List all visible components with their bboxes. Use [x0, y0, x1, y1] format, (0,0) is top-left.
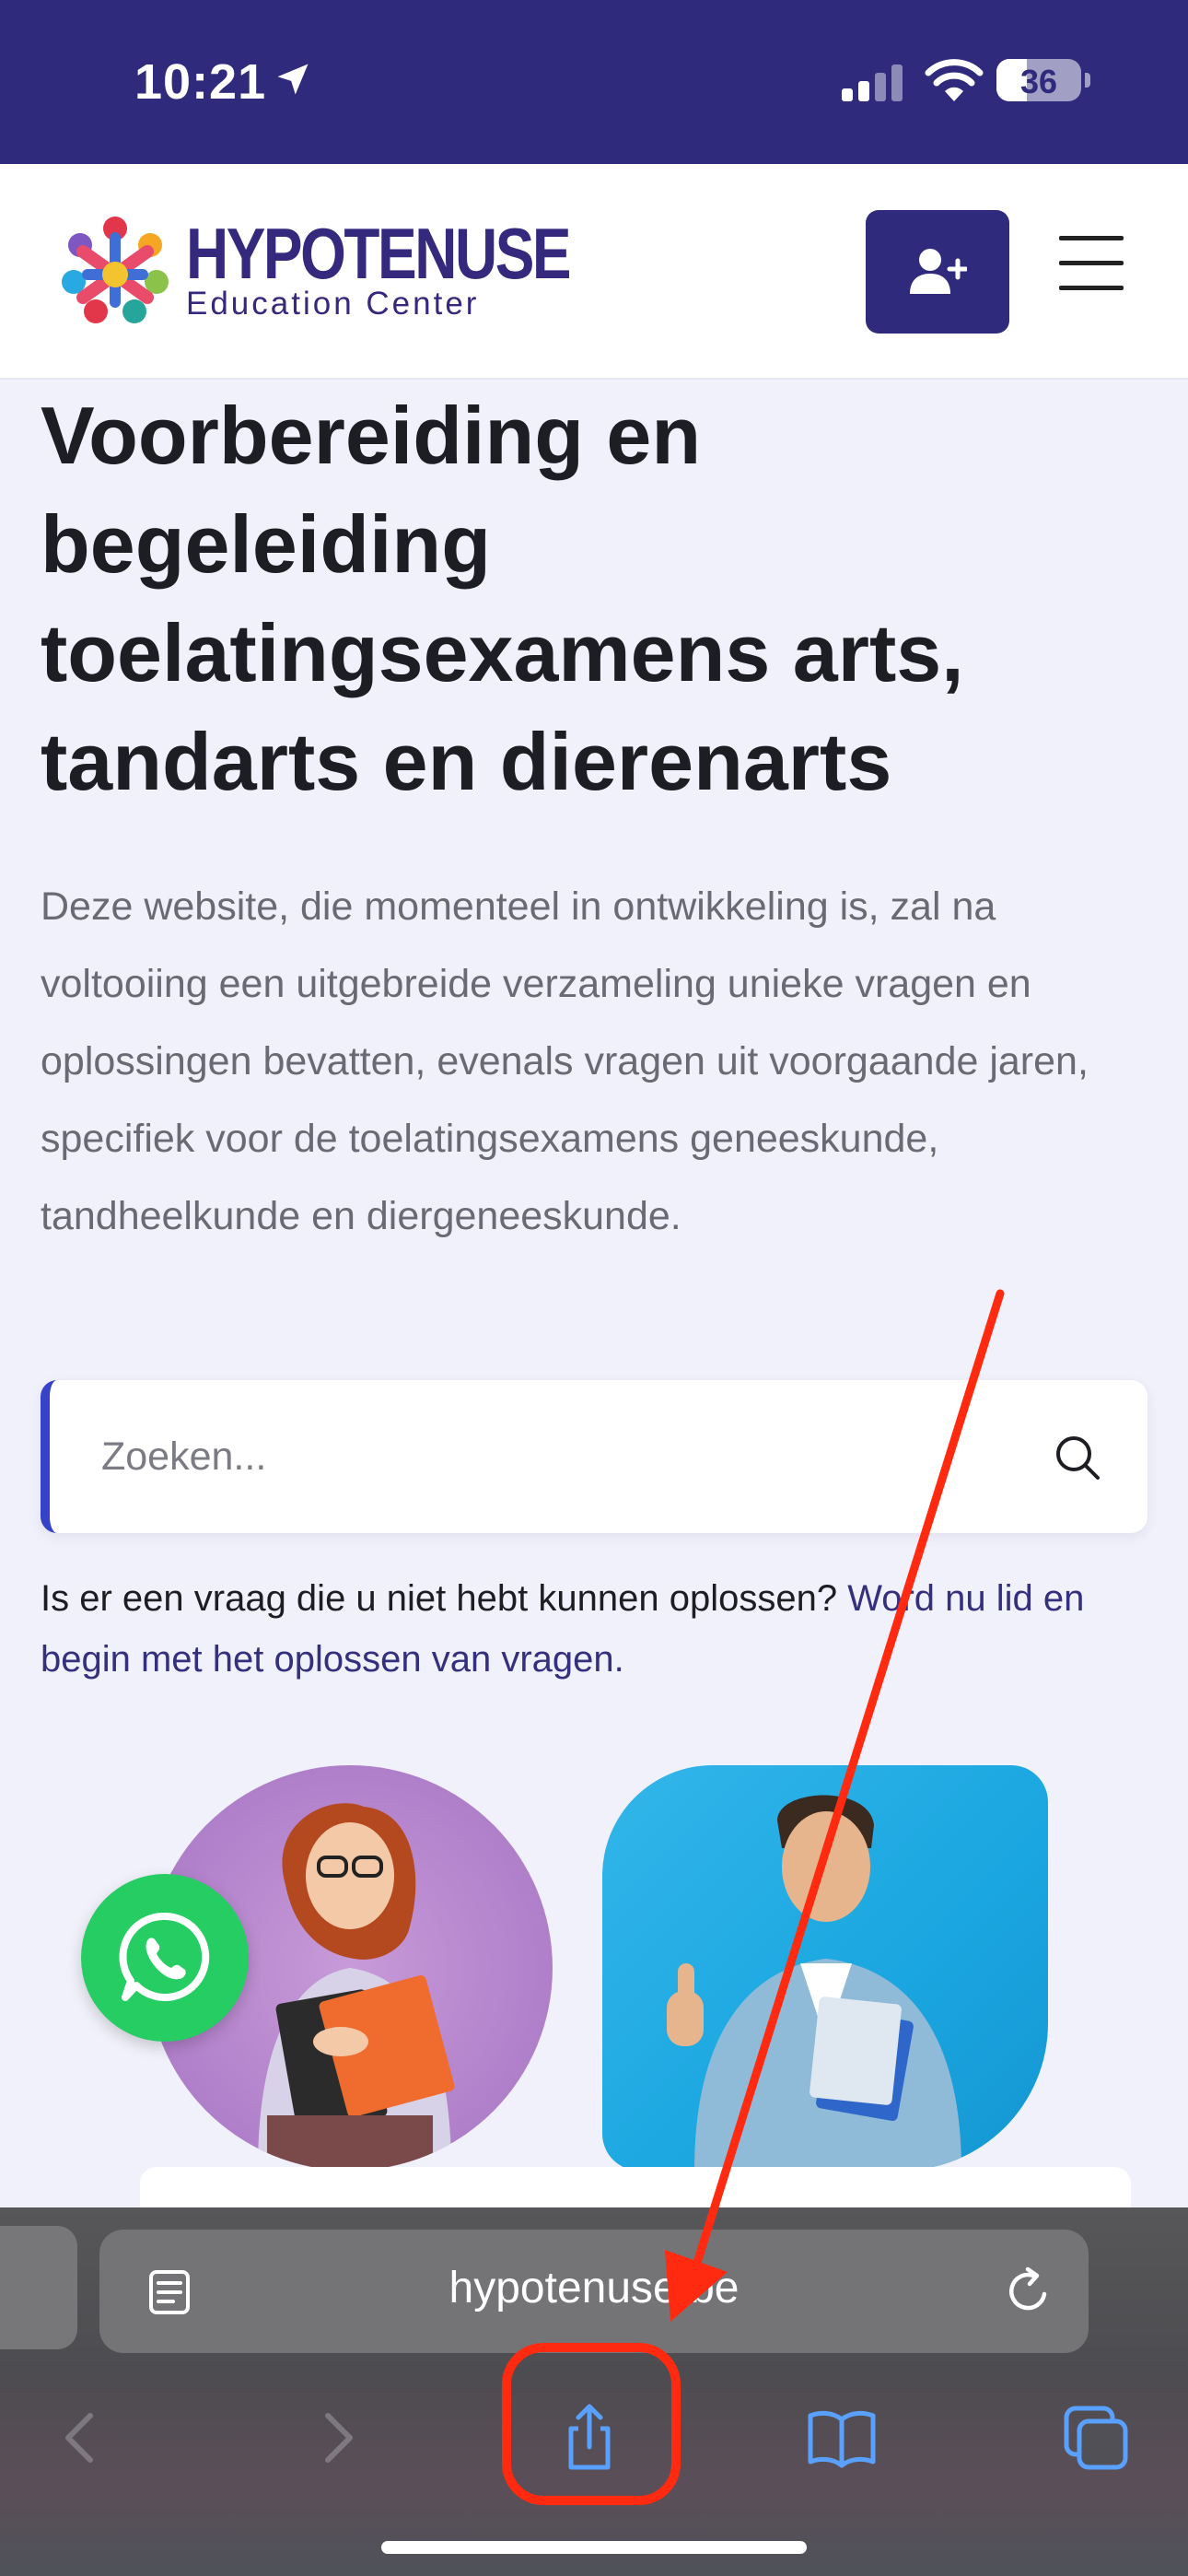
status-bar: 10:21 36 — [0, 0, 1188, 164]
student-man-image — [602, 1765, 1048, 2171]
back-icon[interactable] — [44, 2401, 118, 2475]
register-button[interactable] — [866, 210, 1009, 334]
search-box — [41, 1380, 1147, 1533]
reload-icon[interactable] — [1004, 2266, 1054, 2316]
previous-tab-preview[interactable] — [0, 2226, 77, 2349]
search-input[interactable] — [101, 1380, 1022, 1533]
status-time: 10:21 — [134, 54, 267, 110]
search-icon[interactable] — [1050, 1430, 1105, 1485]
bookmarks-icon[interactable] — [805, 2401, 879, 2475]
battery-level: 36 — [1019, 63, 1058, 100]
forward-icon[interactable] — [300, 2401, 374, 2475]
tabs-icon[interactable] — [1059, 2401, 1133, 2475]
student-man-figure — [667, 1795, 961, 2171]
join-prompt: Is er een vraag die u niet hebt kunnen o… — [41, 1568, 1164, 1690]
logo-subtitle: Education Center — [186, 286, 480, 322]
address-bar[interactable]: hypotenuse.be — [99, 2230, 1089, 2353]
wifi-icon — [925, 59, 984, 101]
user-plus-icon — [910, 249, 967, 294]
browser-toolbar: hypotenuse.be — [0, 2207, 1188, 2576]
site-header: HYPOTENUSE Education Center — [0, 164, 1188, 380]
logo-title[interactable]: HYPOTENUSE — [186, 217, 572, 289]
page-title: Voorbereiding en begeleiding toelatingse… — [41, 390, 964, 807]
url-text[interactable]: hypotenuse.be — [99, 2263, 1089, 2313]
join-question: Is er een vraag die u niet hebt kunnen o… — [41, 1578, 838, 1619]
cellular-signal-icon — [842, 64, 903, 101]
whatsapp-button[interactable] — [81, 1874, 249, 2042]
share-icon[interactable] — [553, 2401, 626, 2475]
battery-icon: 36 — [996, 59, 1090, 101]
page-description: Deze website, die momenteel in ontwikkel… — [41, 884, 1089, 1238]
whatsapp-icon — [119, 1912, 210, 2001]
hypotenuse-logo-icon[interactable] — [55, 210, 175, 330]
hamburger-menu-icon[interactable] — [1059, 236, 1127, 291]
location-arrow-icon — [277, 64, 309, 95]
home-indicator — [381, 2541, 807, 2554]
